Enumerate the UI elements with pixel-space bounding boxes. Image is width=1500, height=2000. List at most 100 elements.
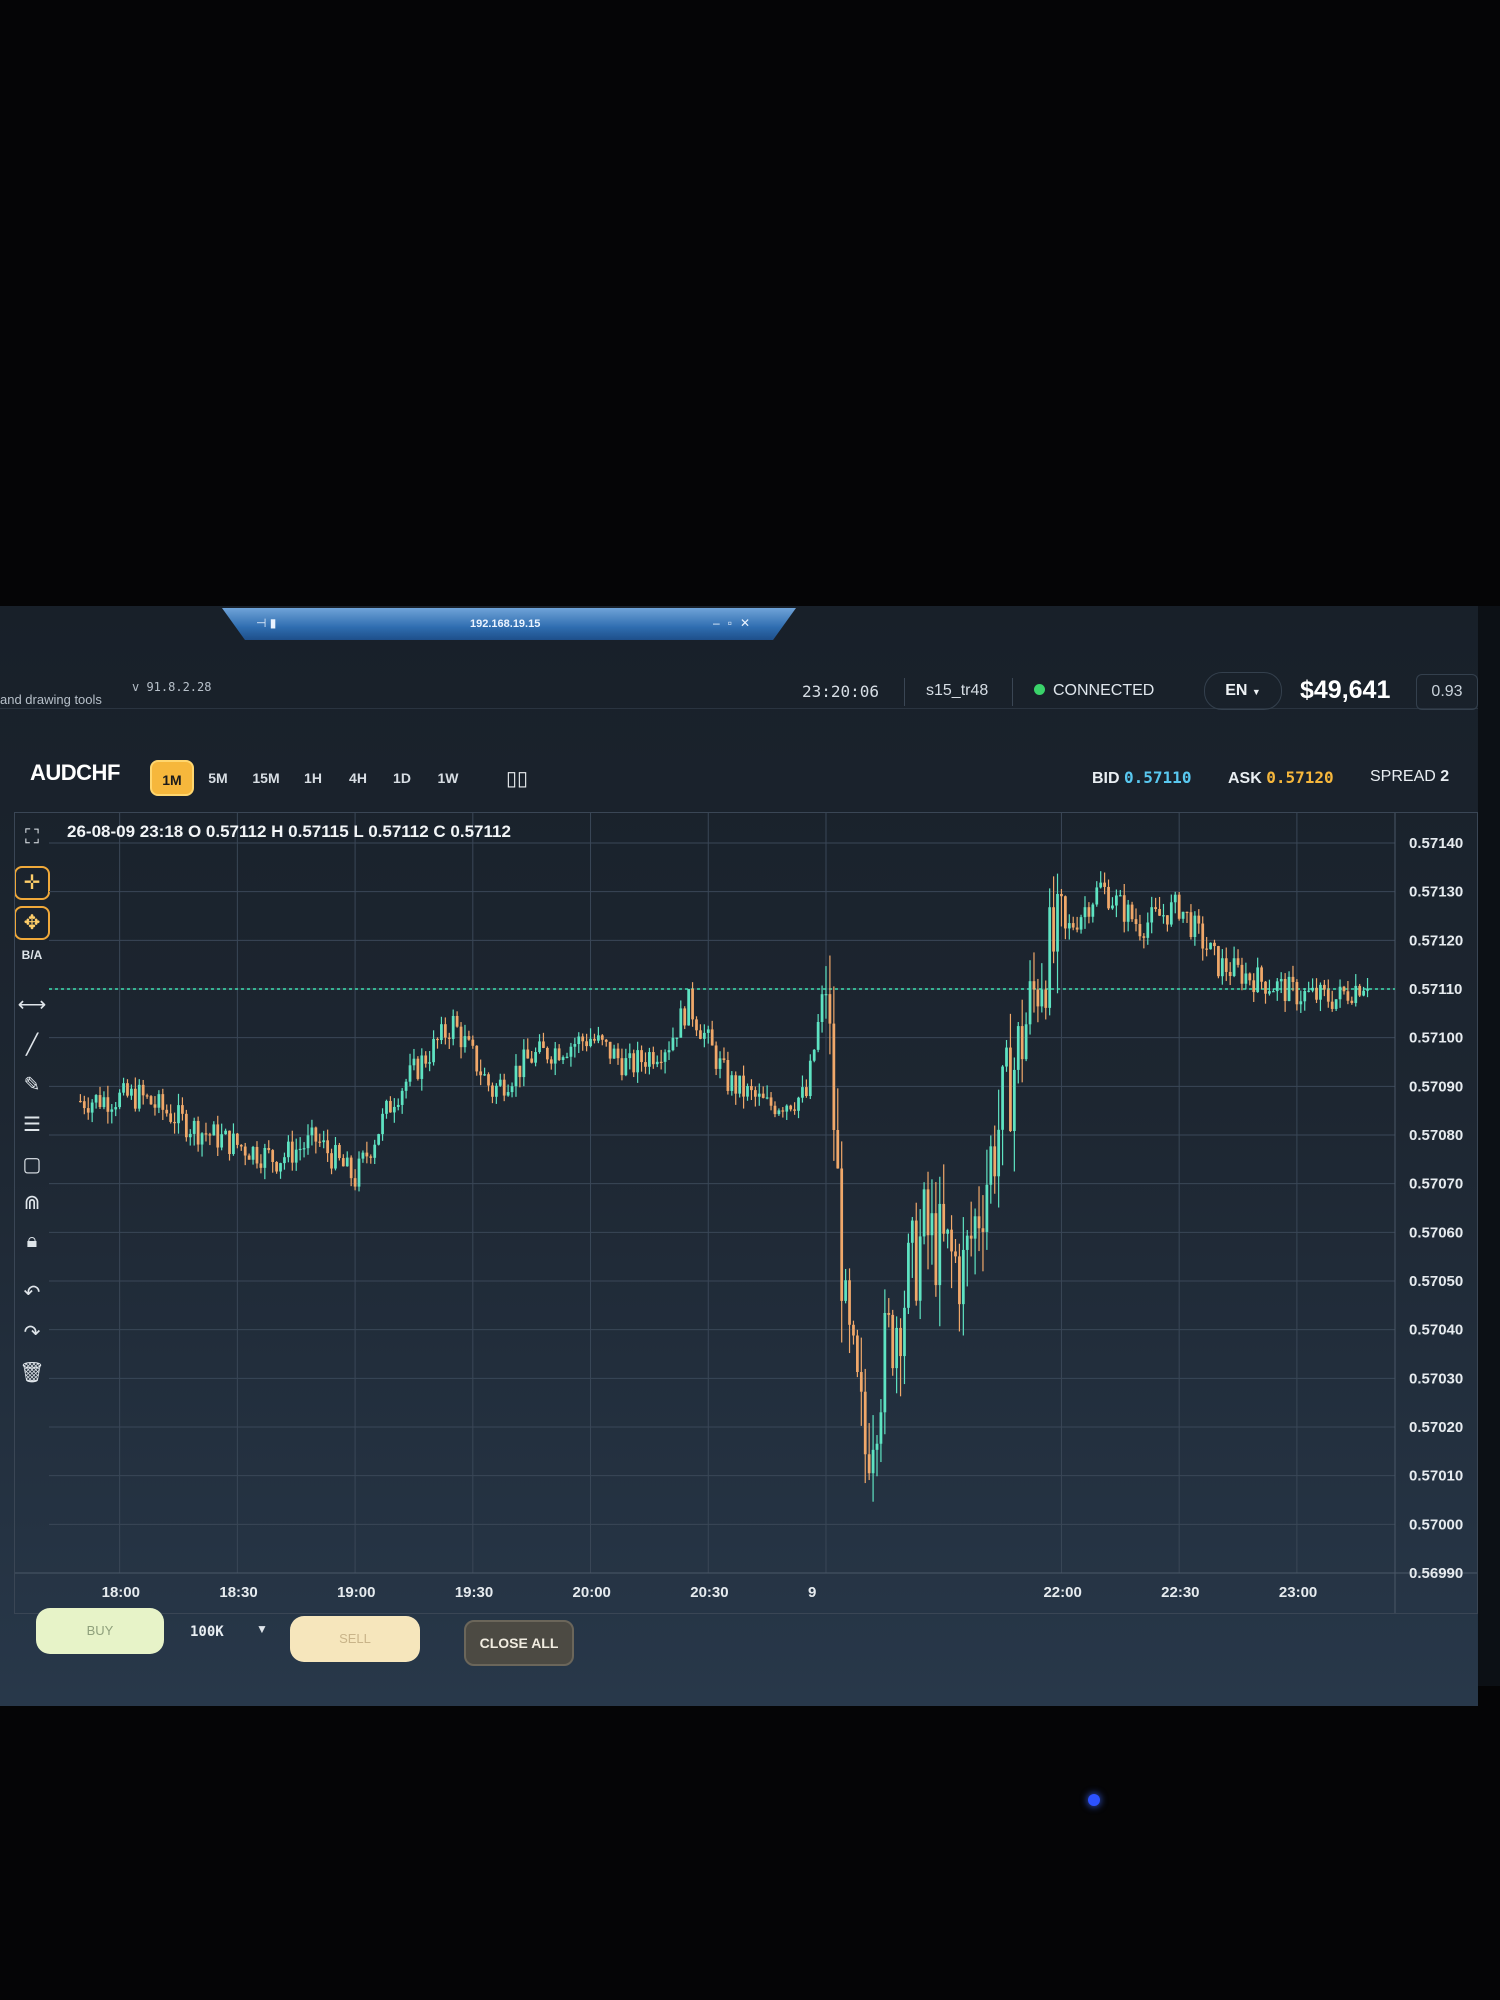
candle-body [608,1041,612,1059]
account-balance: $49,641 [1300,676,1391,704]
candle-body [1283,978,1287,1002]
candle-body [86,1108,90,1113]
candle-body [149,1096,153,1105]
timeframe-1w[interactable]: 1W [428,760,468,796]
sell-button[interactable]: SELL [290,1616,420,1662]
candle-body [440,1024,443,1041]
candle-body [616,1048,620,1059]
x-tick-label: 9 [808,1584,816,1601]
candle-body [208,1134,212,1136]
candle-body [1158,908,1161,916]
candle-body [1126,904,1130,922]
x-tick-label: 20:00 [573,1584,611,1601]
y-tick-label: 0.57010 [1409,1468,1463,1485]
candle-body [600,1035,604,1040]
x-tick-label: 20:30 [690,1584,728,1601]
remote-desktop-bar[interactable]: ⊣ ▮ 192.168.19.15 –▫✕ [222,608,796,640]
chevron-down-icon[interactable]: ▼ [256,1622,268,1636]
timeframe-1m[interactable]: 1M [150,760,194,796]
divider [1012,678,1013,706]
timeframe-1h[interactable]: 1H [296,760,330,796]
candle-body [742,1075,745,1097]
candle-body [1134,919,1138,925]
timeframe-4h[interactable]: 4H [340,760,376,796]
candle-body [816,1021,820,1050]
candle-body [494,1085,498,1097]
candle-body [1115,895,1118,906]
candle-body [1067,923,1071,929]
y-axis-labels: 0.57140 0.57130 0.57120 0.57110 0.57100 0.570… [1409,835,1463,1582]
candle-body [400,1090,404,1105]
candle-body [1138,924,1142,937]
candle-body [137,1084,141,1109]
candle-body [1071,923,1075,928]
buy-button[interactable]: BUY [36,1608,164,1654]
bid-value: 0.57110 [1124,768,1192,787]
timeframe-15m[interactable]: 15M [244,760,288,796]
candle-body [875,1443,879,1450]
window-controls[interactable]: –▫✕ [713,616,758,630]
candle-body [1118,895,1122,897]
candle-body [910,1220,914,1243]
candle-body [479,1071,483,1076]
candle-body [106,1097,110,1112]
close-all-button[interactable]: CLOSE ALL [464,1620,574,1666]
candle-body [491,1085,494,1097]
candlestick-type-icon[interactable]: ▯▯ [506,766,528,791]
candle-body [510,1086,514,1093]
candle-body [188,1133,192,1138]
y-tick-label: 0.57120 [1409,932,1463,949]
price-chart[interactable]: 0.57140 0.57130 0.57120 0.57110 0.57100 0.570… [14,812,1478,1614]
candle-body [1087,907,1091,917]
candle-body [753,1090,757,1097]
candle-body [840,1168,844,1301]
candle-body [820,994,824,1022]
candle-body [294,1149,298,1163]
candle-body [734,1075,738,1094]
chart-svg[interactable]: 0.57140 0.57130 0.57120 0.57110 0.57100 0.570… [15,813,1477,1613]
candle-body [373,1144,377,1158]
x-tick-label: 22:30 [1161,1584,1199,1601]
candle-body [102,1097,106,1108]
candle-body [1232,958,1236,977]
power-led-icon [1088,1794,1100,1806]
candle-body [392,1106,396,1113]
timeframe-5m[interactable]: 5M [200,760,236,796]
candle-body [341,1158,345,1167]
candle-body [757,1093,761,1097]
candle-body [318,1141,322,1143]
timeframe-1d[interactable]: 1D [384,760,420,796]
candle-body [922,1189,926,1237]
candle-body [961,1249,965,1305]
candle-body [349,1157,353,1179]
candle-body [1271,991,1275,993]
candle-body [965,1235,969,1250]
candle-body [828,994,832,1024]
candle-body [789,1105,793,1110]
candle-body [632,1053,636,1073]
app-header: and drawing tools v 91.8.2.28 23:20:06 s… [0,648,1478,710]
candle-body [283,1157,286,1164]
candle-body [224,1130,227,1135]
candle-body [1358,985,1362,996]
candle-body [930,1213,934,1236]
candle-body [569,1046,573,1057]
language-select[interactable]: EN ▼ [1204,672,1282,710]
candle-body [416,1058,420,1079]
candle-body [918,1236,922,1301]
candle-body [769,1097,773,1106]
candle-body [1209,942,1212,950]
pin-icon[interactable]: ⊣ ▮ [256,616,276,630]
candle-body [628,1053,632,1059]
candle-body [1063,896,1067,929]
ask-label: ASK [1228,770,1262,787]
y-tick-label: 0.57130 [1409,884,1463,901]
candle-body [1275,981,1279,992]
symbol-name[interactable]: AUDCHF [30,760,120,786]
quantity-select[interactable]: 100K [190,1624,224,1640]
candle-body [447,1037,451,1039]
candle-body [267,1147,271,1151]
y-tick-label: 0.57070 [1409,1176,1463,1193]
candle-body [251,1146,255,1160]
candle-body [377,1134,381,1145]
